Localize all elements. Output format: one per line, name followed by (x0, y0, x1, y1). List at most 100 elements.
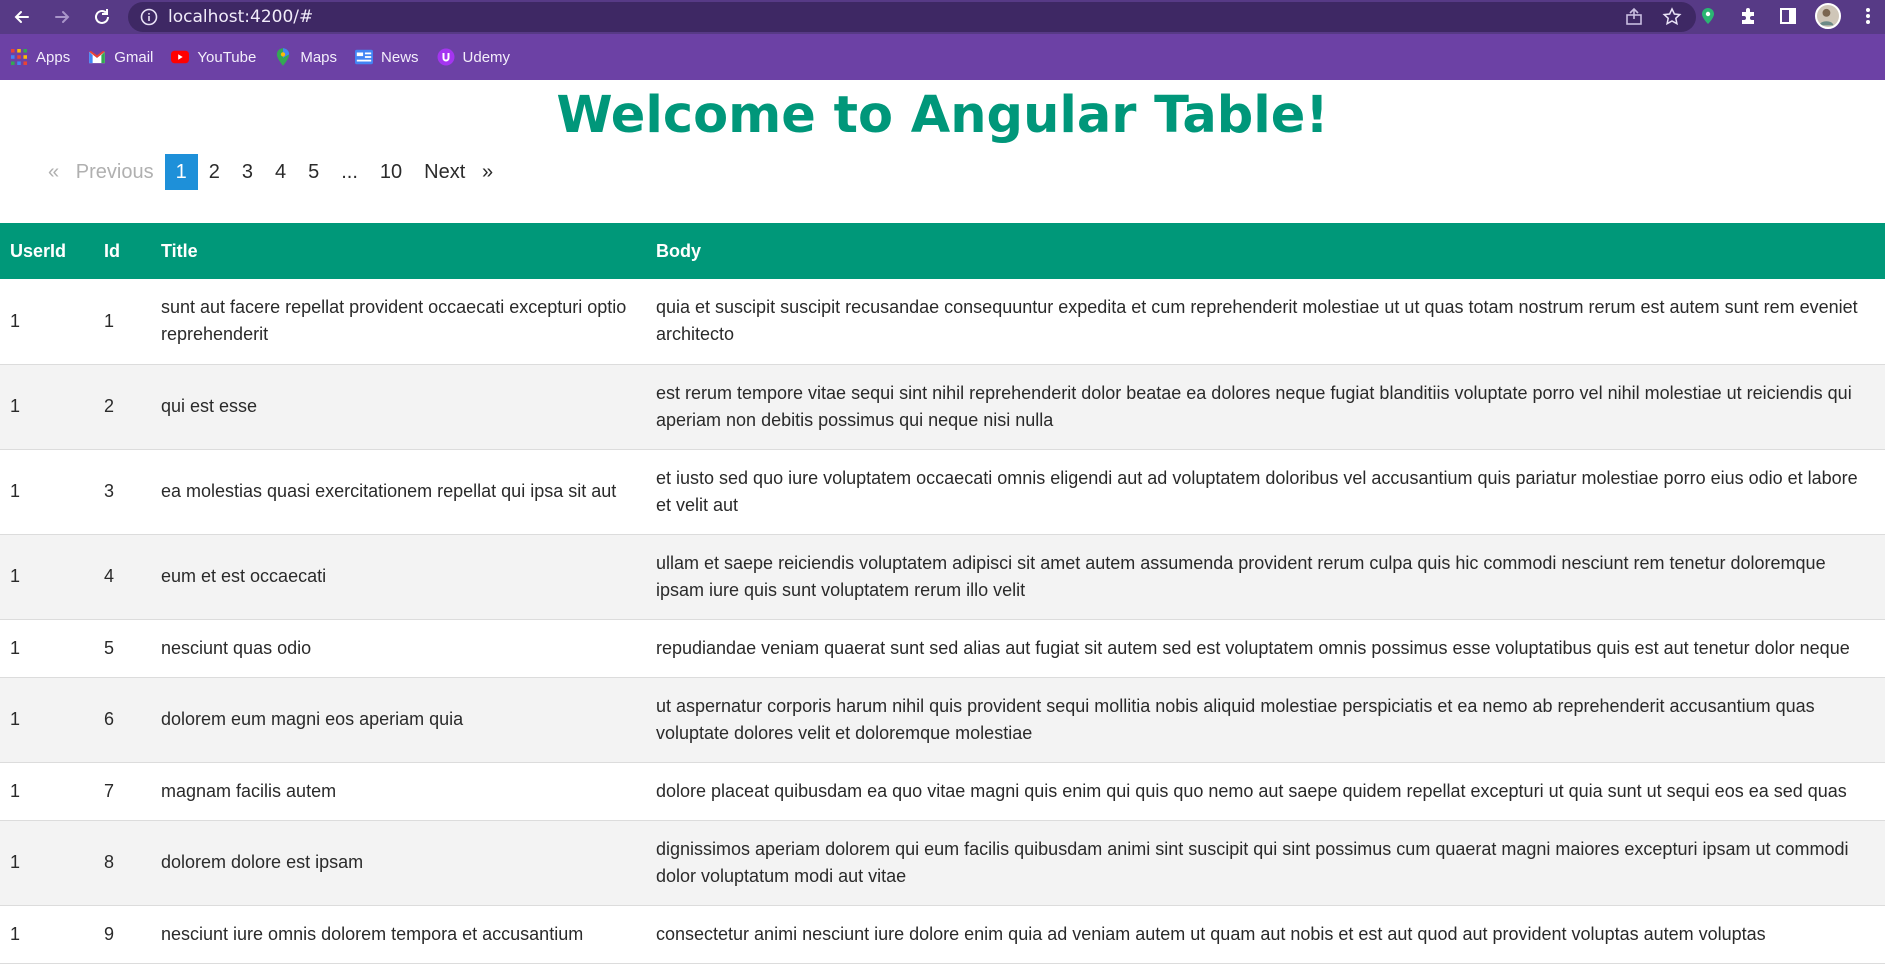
profile-avatar[interactable] (1815, 3, 1841, 29)
bookmark-news[interactable]: News (355, 48, 419, 66)
youtube-icon (171, 48, 190, 66)
reload-icon[interactable] (88, 3, 116, 31)
cell-body: dignissimos aperiam dolorem qui eum faci… (646, 820, 1885, 906)
back-arrow-icon[interactable] (8, 3, 36, 31)
cell-title: dolorem eum magni eos aperiam quia (151, 677, 646, 763)
column-header-body: Body (646, 223, 1885, 279)
site-info-icon[interactable] (140, 8, 158, 26)
cell-title: nesciunt iure omnis dolorem tempora et a… (151, 905, 646, 964)
pagination-page-2[interactable]: 2 (198, 154, 231, 190)
bookmark-label: Maps (300, 48, 338, 66)
cell-userid: 1 (0, 677, 94, 763)
cell-userid: 1 (0, 364, 94, 450)
cell-body: est rerum tempore vitae sequi sint nihil… (646, 364, 1885, 450)
cell-title: eum et est occaecati (151, 534, 646, 620)
table-row: 1 3 ea molestias quasi exercitationem re… (0, 449, 1885, 535)
column-header-userid: UserId (0, 223, 94, 279)
next-chevron-icon: » (481, 161, 494, 183)
cell-id: 3 (94, 449, 151, 535)
previous-chevron-icon: « (48, 161, 60, 183)
menu-kebab-icon[interactable] (1855, 3, 1881, 29)
cell-id: 1 (94, 279, 151, 365)
extension-map-icon[interactable] (1695, 3, 1721, 29)
cell-id: 8 (94, 820, 151, 906)
bookmark-youtube[interactable]: YouTube (171, 48, 256, 66)
cell-userid: 1 (0, 449, 94, 535)
side-panel-icon[interactable] (1775, 3, 1801, 29)
bookmark-gmail[interactable]: Gmail (88, 48, 153, 66)
cell-body: ullam et saepe reiciendis voluptatem adi… (646, 534, 1885, 620)
cell-userid: 1 (0, 905, 94, 964)
table-row: 1 4 eum et est occaecati ullam et saepe … (0, 534, 1885, 620)
news-icon (355, 48, 374, 66)
cell-title: magnam facilis autem (151, 762, 646, 821)
bookmarks-bar: Apps Gmail YouTube Maps News Udemy (0, 34, 1885, 80)
table-row: 1 8 dolorem dolore est ipsam dignissimos… (0, 820, 1885, 906)
pagination-page-10[interactable]: 10 (369, 154, 413, 190)
table-row: 1 7 magnam facilis autem dolore placeat … (0, 762, 1885, 821)
cell-title: ea molestias quasi exercitationem repell… (151, 449, 646, 535)
bookmark-label: News (381, 48, 419, 66)
cell-body: dolore placeat quibusdam ea quo vitae ma… (646, 762, 1885, 821)
column-header-id: Id (94, 223, 151, 279)
table-header-row: UserId Id Title Body (0, 223, 1885, 279)
cell-id: 4 (94, 534, 151, 620)
cell-userid: 1 (0, 762, 94, 821)
table-row: 1 9 nesciunt iure omnis dolorem tempora … (0, 905, 1885, 964)
cell-userid: 1 (0, 820, 94, 906)
cell-id: 7 (94, 762, 151, 821)
bookmark-label: YouTube (197, 48, 257, 66)
posts-table: UserId Id Title Body 1 1 sunt aut facere… (0, 223, 1885, 964)
pagination-page-4[interactable]: 4 (264, 154, 297, 190)
cell-body: quia et suscipit suscipit recusandae con… (646, 279, 1885, 365)
bookmark-label: Udemy (462, 48, 511, 66)
pagination-page-5[interactable]: 5 (297, 154, 330, 190)
apps-grid-icon (10, 48, 28, 66)
cell-body: et iusto sed quo iure voluptatem occaeca… (646, 449, 1885, 535)
cell-body: ut aspernatur corporis harum nihil quis … (646, 677, 1885, 763)
cell-title: dolorem dolore est ipsam (151, 820, 646, 906)
cell-userid: 1 (0, 279, 94, 365)
cell-body: consectetur animi nesciunt iure dolore e… (646, 905, 1885, 964)
cell-title: nesciunt quas odio (151, 619, 646, 678)
page-title: Welcome to Angular Table! (556, 86, 1329, 145)
page-content: Welcome to Angular Table! « Previous 1 2… (0, 84, 1885, 967)
pagination-page-3[interactable]: 3 (231, 154, 264, 190)
table-row: 1 6 dolorem eum magni eos aperiam quia u… (0, 677, 1885, 763)
cell-id: 5 (94, 619, 151, 678)
forward-arrow-icon[interactable] (48, 3, 76, 31)
bookmark-label: Apps (36, 48, 71, 66)
bookmark-maps[interactable]: Maps (274, 48, 337, 66)
cell-userid: 1 (0, 534, 94, 620)
cell-userid: 1 (0, 619, 94, 678)
pagination: « Previous 1 2 3 4 5 ... 10 Next » (37, 154, 504, 190)
udemy-icon (437, 48, 455, 66)
pagination-ellipsis: ... (341, 161, 358, 183)
cell-body: repudiandae veniam quaerat sunt sed alia… (646, 619, 1885, 678)
bookmark-apps[interactable]: Apps (10, 48, 70, 66)
table-row: 1 2 qui est esse est rerum tempore vitae… (0, 364, 1885, 450)
extensions-puzzle-icon[interactable] (1735, 3, 1761, 29)
cell-id: 6 (94, 677, 151, 763)
bookmark-star-icon[interactable] (1662, 7, 1682, 27)
pagination-next-button[interactable]: Next » (413, 154, 504, 190)
bookmark-label: Gmail (114, 48, 154, 66)
cell-id: 2 (94, 364, 151, 450)
address-bar[interactable]: localhost:4200/# (128, 2, 1696, 32)
column-header-title: Title (151, 223, 646, 279)
gmail-icon (88, 48, 106, 66)
pagination-previous-button[interactable]: « Previous (37, 154, 165, 190)
cell-title: qui est esse (151, 364, 646, 450)
pagination-page-1[interactable]: 1 (164, 154, 198, 190)
next-label: Next (424, 161, 466, 183)
table-row: 1 1 sunt aut facere repellat provident o… (0, 279, 1885, 365)
previous-label: Previous (75, 161, 154, 183)
share-icon[interactable] (1624, 7, 1644, 27)
cell-id: 9 (94, 905, 151, 964)
cell-title: sunt aut facere repellat provident occae… (151, 279, 646, 365)
browser-toolbar: localhost:4200/# (0, 0, 1885, 34)
bookmark-udemy[interactable]: Udemy (437, 48, 511, 66)
table-row: 1 5 nesciunt quas odio repudiandae venia… (0, 619, 1885, 678)
url-text: localhost:4200/# (168, 7, 314, 27)
maps-pin-icon (274, 48, 292, 66)
